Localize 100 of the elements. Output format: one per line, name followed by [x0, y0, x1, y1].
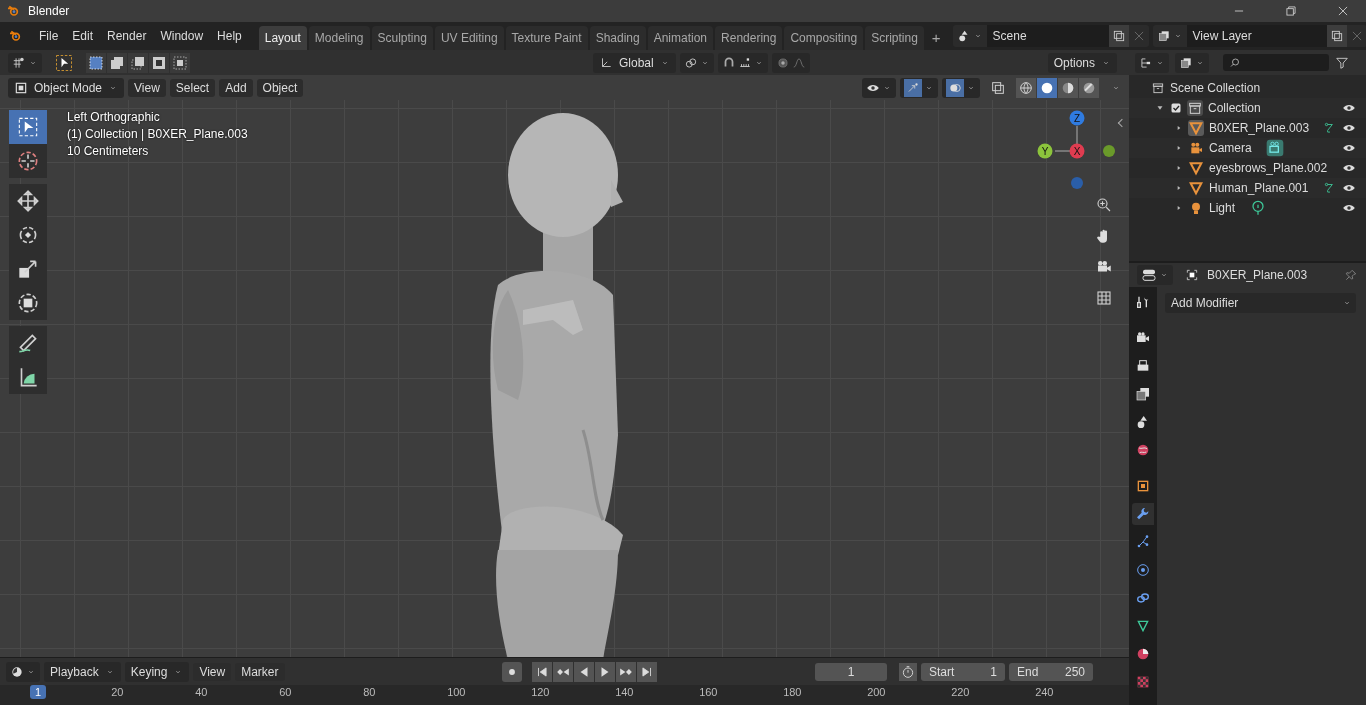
- add-modifier-dropdown[interactable]: Add Modifier: [1165, 293, 1356, 313]
- next-keyframe-button[interactable]: [616, 661, 637, 682]
- workspace-tab[interactable]: Compositing: [784, 26, 864, 50]
- workspace-tab[interactable]: UV Editing: [434, 26, 504, 50]
- workspace-tab[interactable]: Modeling: [308, 26, 370, 50]
- extend-selection-icon[interactable]: [107, 52, 127, 73]
- header-menu[interactable]: View: [128, 78, 166, 97]
- playhead-marker[interactable]: 1: [30, 685, 47, 699]
- jump-start-button[interactable]: [532, 661, 553, 682]
- header-menu[interactable]: Select: [169, 78, 216, 97]
- wireframe-shading-button[interactable]: [1016, 77, 1036, 98]
- editor-type-button[interactable]: [6, 661, 40, 682]
- axis-handle[interactable]: Y: [1037, 143, 1053, 159]
- workspace-tab[interactable]: Rendering: [715, 26, 783, 50]
- menu-item[interactable]: Edit: [65, 29, 101, 43]
- transform-tool[interactable]: [9, 286, 47, 320]
- workspace-tab[interactable]: Shading: [589, 26, 646, 50]
- timeline-menu[interactable]: View: [193, 662, 232, 681]
- stopwatch-icon[interactable]: [899, 662, 917, 681]
- snap-dropdown[interactable]: [717, 52, 768, 73]
- record-button[interactable]: [502, 661, 523, 682]
- axis-handle[interactable]: [1071, 177, 1083, 189]
- select-tool-icon[interactable]: [54, 52, 74, 73]
- menu-item[interactable]: Render: [100, 29, 154, 43]
- solid-shading-button[interactable]: [1037, 77, 1057, 98]
- tree-item[interactable]: Collection: [1208, 101, 1261, 115]
- current-frame-field[interactable]: 1: [815, 662, 887, 681]
- proportional-edit-button[interactable]: [771, 52, 810, 73]
- header-menu[interactable]: Object: [256, 78, 304, 97]
- cursor-tool[interactable]: [9, 144, 47, 178]
- jump-end-button[interactable]: [637, 661, 658, 682]
- material-shading-button[interactable]: [1058, 77, 1078, 98]
- move-tool[interactable]: [9, 184, 47, 218]
- timeline-dropdown[interactable]: Keying: [124, 661, 190, 682]
- play-reverse-button[interactable]: [574, 661, 595, 682]
- tree-item[interactable]: eyesbrows_Plane.002: [1209, 161, 1328, 175]
- workspace-tab[interactable]: Scripting: [865, 26, 924, 50]
- workspace-tab[interactable]: Animation: [647, 26, 714, 50]
- expand-icon[interactable]: [1175, 144, 1183, 152]
- select-box-tool[interactable]: [9, 110, 47, 144]
- options-dropdown[interactable]: Options: [1047, 52, 1117, 73]
- orientation-dropdown[interactable]: Global: [592, 52, 676, 73]
- tree-item[interactable]: Human_Plane.001: [1209, 181, 1309, 195]
- timeline-dropdown[interactable]: Playback: [44, 661, 121, 682]
- menu-item[interactable]: Help: [210, 29, 249, 43]
- frame-number: 100: [447, 685, 467, 699]
- mode-dropdown[interactable]: Object Mode: [8, 77, 125, 98]
- menu-item[interactable]: File: [32, 29, 66, 43]
- copy-icon[interactable]: [1326, 25, 1347, 47]
- axis-handle[interactable]: X: [1069, 143, 1085, 159]
- axis-handle[interactable]: Z: [1069, 110, 1085, 126]
- workspace-tab[interactable]: Sculpting: [371, 26, 433, 50]
- pivot-dropdown[interactable]: [679, 52, 714, 73]
- editor-type-button[interactable]: [8, 52, 42, 73]
- new-selection-icon[interactable]: [86, 52, 106, 73]
- viewport-info-text: Left Orthographic: [67, 110, 161, 124]
- menu-item[interactable]: Window: [153, 29, 211, 43]
- window-title: Blender: [28, 4, 70, 18]
- display-mode-dropdown[interactable]: [1175, 52, 1209, 73]
- copy-icon[interactable]: [1108, 25, 1129, 47]
- add-workspace-button[interactable]: +: [925, 26, 947, 50]
- expand-icon[interactable]: [1175, 204, 1183, 212]
- search-field[interactable]: [1223, 54, 1329, 71]
- measure-tool[interactable]: [9, 360, 47, 394]
- xray-toggle[interactable]: [990, 79, 1006, 96]
- start-frame-field[interactable]: Start 1: [921, 662, 1005, 681]
- tree-item[interactable]: Scene Collection: [1170, 81, 1261, 95]
- invert-selection-icon[interactable]: [149, 52, 169, 73]
- camera-data-icon[interactable]: [1264, 138, 1285, 158]
- expand-icon[interactable]: [1175, 184, 1183, 192]
- workspace-tab[interactable]: Texture Paint: [505, 26, 588, 50]
- overlay-toggle[interactable]: [946, 78, 964, 97]
- collection-icon: [1151, 81, 1165, 95]
- previous-keyframe-button[interactable]: [553, 661, 574, 682]
- rendered-shading-button[interactable]: [1079, 77, 1099, 98]
- editor-type-button[interactable]: [1137, 265, 1173, 285]
- gizmo-toggle[interactable]: [904, 78, 922, 97]
- workspace-tab[interactable]: Layout: [258, 26, 307, 50]
- layers-icon: [1179, 55, 1193, 70]
- pin-icon[interactable]: [1344, 268, 1358, 282]
- annotate-tool[interactable]: [9, 326, 47, 360]
- play-button[interactable]: [595, 661, 616, 682]
- frame-number: 60: [279, 685, 293, 699]
- timeline-menu[interactable]: Marker: [235, 662, 285, 681]
- scene-field[interactable]: Scene: [986, 25, 1109, 47]
- expand-icon[interactable]: [1175, 164, 1183, 172]
- tree-item[interactable]: B0XER_Plane.003: [1209, 121, 1310, 135]
- tree-item[interactable]: Camera: [1209, 141, 1252, 155]
- view-layer-field[interactable]: View Layer: [1186, 25, 1327, 47]
- checkbox[interactable]: [1170, 102, 1182, 114]
- expand-icon[interactable]: [1175, 124, 1183, 132]
- filter-icon[interactable]: [1335, 55, 1349, 70]
- modifier-tab[interactable]: [1132, 503, 1154, 525]
- subtract-selection-icon[interactable]: [128, 52, 148, 73]
- header-menu[interactable]: Add: [219, 78, 253, 97]
- end-frame-field[interactable]: End 250: [1009, 662, 1093, 681]
- visibility-dropdown[interactable]: [862, 77, 896, 98]
- tree-item[interactable]: Light: [1209, 201, 1236, 215]
- axis-handle[interactable]: [1103, 145, 1115, 157]
- intersect-selection-icon[interactable]: [170, 52, 190, 73]
